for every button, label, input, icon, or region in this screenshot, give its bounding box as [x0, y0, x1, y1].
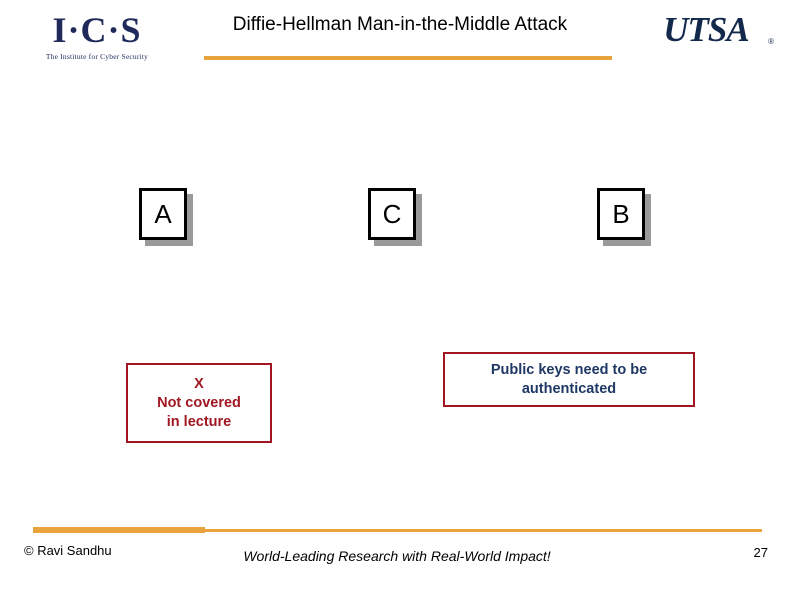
footer-divider-right	[205, 529, 762, 532]
callout-left-line2: Not covered	[157, 394, 241, 411]
callout-not-covered: X Not covered in lecture	[126, 363, 272, 443]
party-box-c: C	[368, 188, 416, 240]
callout-right-line2: authenticated	[521, 380, 617, 397]
footer-tagline: World-Leading Research with Real-World I…	[243, 548, 551, 564]
slide: I·C·S The Institute for Cyber Security D…	[0, 0, 794, 595]
utsa-logo: UTSA ®	[636, 12, 776, 48]
callout-left-line1: X	[194, 375, 204, 392]
ics-logo-subtitle: The Institute for Cyber Security	[45, 52, 149, 61]
footer-divider-left	[33, 527, 205, 533]
party-box-b: B	[597, 188, 645, 240]
registered-trademark-icon: ®	[768, 37, 774, 46]
callout-public-keys: Public keys need to be authenticated	[443, 352, 695, 407]
ics-logo: I·C·S The Institute for Cyber Security	[22, 10, 172, 72]
party-box-a: A	[139, 188, 187, 240]
footer-page-number: 27	[753, 545, 768, 560]
callout-left-line3: in lecture	[166, 413, 232, 430]
ics-logo-wordmark: I·C·S	[52, 10, 142, 50]
callout-right-line1: Public keys need to be	[490, 361, 648, 378]
title-divider	[204, 56, 612, 60]
utsa-logo-wordmark: UTSA	[663, 10, 749, 49]
page-title: Diffie-Hellman Man-in-the-Middle Attack	[232, 14, 568, 35]
